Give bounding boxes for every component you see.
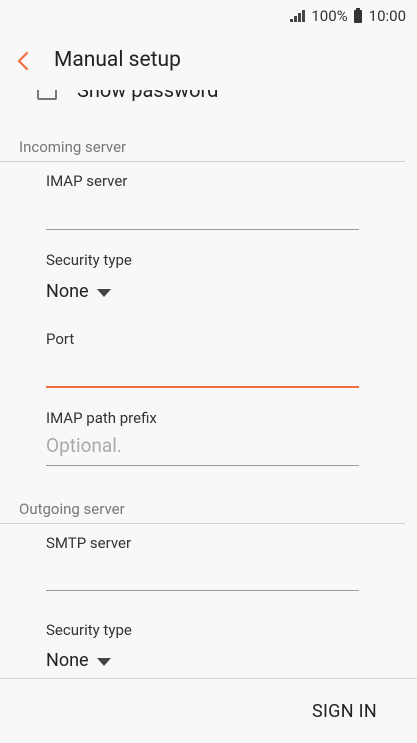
back-arrow-icon[interactable] xyxy=(14,50,34,72)
security-type-value-incoming: None xyxy=(46,281,89,302)
settings-form[interactable]: Show password Incoming server IMAP serve… xyxy=(0,90,417,678)
outgoing-server-title: Outgoing server xyxy=(19,500,125,518)
imap-server-label: IMAP server xyxy=(46,172,128,190)
bottom-action-bar: SIGN IN xyxy=(0,678,417,743)
page-title: Manual setup xyxy=(54,48,181,72)
outgoing-server-header: Outgoing server xyxy=(0,500,405,524)
security-type-dropdown-outgoing[interactable]: None xyxy=(46,650,111,671)
port-label: Port xyxy=(46,330,75,348)
status-bar: 100% 10:00 xyxy=(0,0,417,32)
imap-path-prefix-underline xyxy=(46,465,359,466)
smtp-server-label: SMTP server xyxy=(46,534,132,552)
smtp-server-input[interactable] xyxy=(46,590,359,591)
show-password-checkbox[interactable] xyxy=(37,90,57,100)
dropdown-arrow-icon xyxy=(96,657,111,666)
sign-in-button[interactable]: SIGN IN xyxy=(312,701,377,722)
signal-icon xyxy=(290,10,306,22)
clock: 10:00 xyxy=(368,7,406,25)
incoming-server-title: Incoming server xyxy=(19,138,127,156)
dropdown-arrow-icon xyxy=(96,288,111,297)
imap-path-prefix-input[interactable]: Optional. xyxy=(46,434,122,457)
incoming-server-header: Incoming server xyxy=(0,138,405,162)
port-input[interactable] xyxy=(46,386,359,388)
show-password-label: Show password xyxy=(77,90,219,102)
security-type-dropdown-incoming[interactable]: None xyxy=(46,281,111,302)
battery-percent: 100% xyxy=(311,7,348,25)
security-type-label-incoming: Security type xyxy=(46,251,132,269)
action-bar: Manual setup xyxy=(0,32,417,90)
security-type-label-outgoing: Security type xyxy=(46,621,132,639)
show-password-row[interactable]: Show password xyxy=(37,90,218,102)
security-type-value-outgoing: None xyxy=(46,650,89,671)
imap-path-prefix-label: IMAP path prefix xyxy=(46,409,157,427)
imap-server-input[interactable] xyxy=(46,229,359,230)
battery-icon xyxy=(353,7,362,23)
